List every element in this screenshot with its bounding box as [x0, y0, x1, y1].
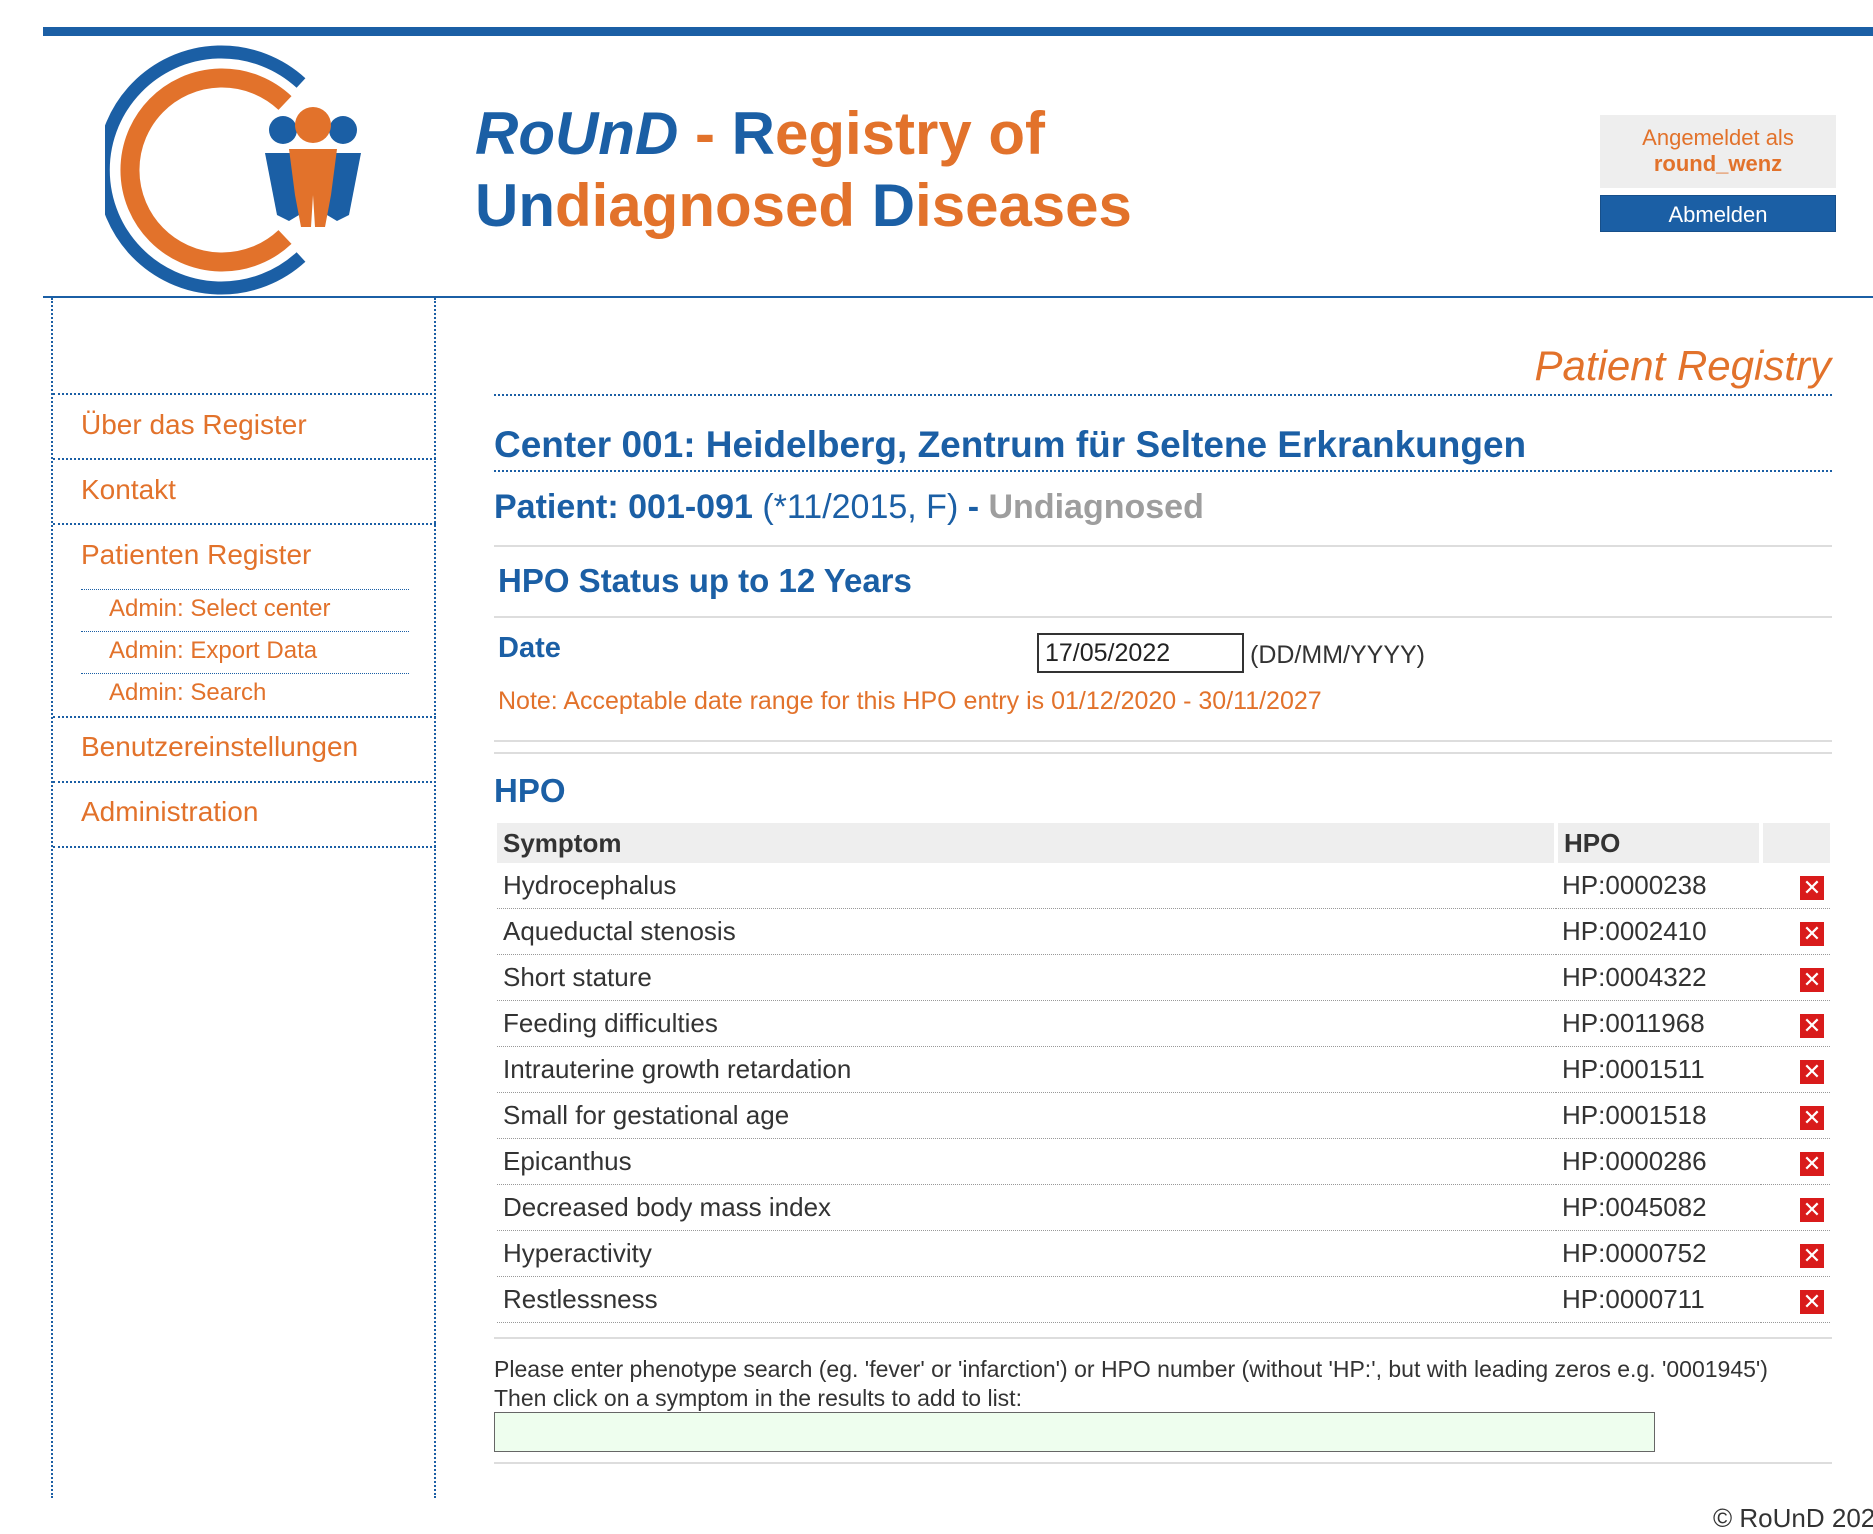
close-icon[interactable]: ✕ — [1800, 1243, 1824, 1268]
table-row: Restlessness HP:0000711 ✕ — [497, 1276, 1830, 1323]
table-header-row: Symptom HPO — [497, 823, 1830, 863]
patient-separator: - — [967, 488, 989, 526]
sidebar-item-about[interactable]: Über das Register — [81, 408, 307, 442]
sidebar-item-user-settings[interactable]: Benutzereinstellungen — [81, 730, 358, 764]
sidebar-subdivider — [81, 631, 409, 632]
table-row: Small for gestational age HP:0001518 ✕ — [497, 1092, 1830, 1139]
page-title: Patient Registry — [1534, 342, 1831, 389]
table-divider — [494, 1337, 1832, 1339]
symptom-cell: Hydrocephalus — [497, 863, 1557, 909]
symptom-cell: Epicanthus — [497, 1138, 1557, 1185]
symptom-cell: Aqueductal stenosis — [497, 908, 1557, 955]
patient-info: Patient: 001-091 (*11/2015, F) - Undiagn… — [494, 488, 1204, 527]
sidebar-subdivider — [81, 673, 409, 674]
sidebar-divider — [53, 458, 436, 460]
sidebar-item-patient-register[interactable]: Patienten Register — [81, 538, 311, 572]
search-help-text-2: Then click on a symptom in the results t… — [494, 1385, 1022, 1411]
symptom-cell: Restlessness — [497, 1276, 1557, 1323]
center-divider — [494, 470, 1832, 472]
close-icon[interactable]: ✕ — [1800, 921, 1824, 946]
sidebar-subitem-search[interactable]: Admin: Search — [109, 678, 266, 708]
column-header-hpo: HPO — [1556, 823, 1764, 863]
symptom-cell: Small for gestational age — [497, 1092, 1557, 1139]
close-icon[interactable]: ✕ — [1800, 967, 1824, 992]
round-logo — [105, 45, 361, 295]
hpo-cell: HP:0011968 — [1556, 1000, 1762, 1047]
hpo-cell: HP:0000711 — [1556, 1276, 1762, 1323]
sidebar-divider — [53, 523, 436, 525]
hpo-cell: HP:0001518 — [1556, 1092, 1762, 1139]
section-divider — [494, 545, 1832, 547]
section-divider — [494, 616, 1832, 618]
sidebar-subitem-export-data[interactable]: Admin: Export Data — [109, 636, 317, 666]
symptom-cell: Decreased body mass index — [497, 1184, 1557, 1231]
sidebar-subitem-select-center[interactable]: Admin: Select center — [109, 594, 330, 624]
close-icon[interactable]: ✕ — [1800, 1151, 1824, 1176]
search-help-text: Please enter phenotype search (eg. 'feve… — [494, 1356, 1768, 1382]
close-icon[interactable]: ✕ — [1800, 1059, 1824, 1084]
table-row: Hyperactivity HP:0000752 ✕ — [497, 1230, 1830, 1277]
title-divider — [494, 394, 1832, 396]
close-icon[interactable]: ✕ — [1800, 1289, 1824, 1314]
close-icon[interactable]: ✕ — [1800, 1013, 1824, 1038]
symptom-cell: Short stature — [497, 954, 1557, 1001]
center-title: Center 001: Heidelberg, Zentrum für Selt… — [494, 424, 1527, 465]
table-row: Short stature HP:0004322 ✕ — [497, 954, 1830, 1001]
site-title: RoUnD - Registry of Undiagnosed Diseases — [475, 100, 1132, 239]
hpo-cell: HP:0000238 — [1556, 863, 1762, 909]
patient-meta: (*11/2015, F) — [752, 488, 968, 526]
sidebar-item-contact[interactable]: Kontakt — [81, 473, 176, 507]
date-format-hint: (DD/MM/YYYY) — [1250, 641, 1425, 669]
column-header-symptom: Symptom — [497, 823, 1559, 863]
table-row: Feeding difficulties HP:0011968 ✕ — [497, 1000, 1830, 1047]
section-title: HPO Status up to 12 Years — [498, 562, 912, 599]
column-header-actions — [1761, 823, 1830, 863]
sidebar-divider — [53, 393, 436, 395]
hpo-cell: HP:0004322 — [1556, 954, 1762, 1001]
patient-id: Patient: 001-091 — [494, 488, 753, 526]
section-divider — [494, 740, 1832, 742]
table-row: Aqueductal stenosis HP:0002410 ✕ — [497, 908, 1830, 955]
hpo-title: HPO — [494, 772, 566, 809]
phenotype-search-input[interactable] — [494, 1412, 1655, 1452]
footer-divider — [494, 1462, 1832, 1464]
table-row: Hydrocephalus HP:0000238 ✕ — [497, 863, 1830, 909]
date-range-note: Note: Acceptable date range for this HPO… — [498, 687, 1322, 715]
table-row: Decreased body mass index HP:0045082 ✕ — [497, 1184, 1830, 1231]
date-field[interactable] — [1037, 633, 1244, 673]
logged-in-label: Angemeldet als — [1642, 125, 1794, 150]
table-row: Epicanthus HP:0000286 ✕ — [497, 1138, 1830, 1185]
table-row: Intrauterine growth retardation HP:00015… — [497, 1046, 1830, 1093]
hpo-cell: HP:0002410 — [1556, 908, 1762, 955]
close-icon[interactable]: ✕ — [1800, 1105, 1824, 1130]
symptom-cell: Feeding difficulties — [497, 1000, 1557, 1047]
date-label: Date — [498, 632, 561, 664]
symptom-cell: Intrauterine growth retardation — [497, 1046, 1557, 1093]
patient-status: Undiagnosed — [988, 488, 1204, 526]
sidebar-subdivider — [81, 589, 409, 590]
login-status-box: Angemeldet als round_wenz — [1600, 115, 1836, 188]
close-icon[interactable]: ✕ — [1800, 875, 1824, 900]
hpo-cell: HP:0045082 — [1556, 1184, 1762, 1231]
sidebar: Über das Register Kontakt Patienten Regi… — [51, 298, 436, 1498]
username: round_wenz — [1653, 151, 1783, 176]
section-divider — [494, 752, 1832, 754]
sidebar-divider — [53, 846, 436, 848]
logout-button[interactable]: Abmelden — [1600, 195, 1836, 232]
hpo-cell: HP:0000752 — [1556, 1230, 1762, 1277]
sidebar-item-administration[interactable]: Administration — [81, 795, 258, 829]
sidebar-divider — [53, 716, 436, 718]
top-accent-bar — [43, 27, 1873, 36]
hpo-cell: HP:0001511 — [1556, 1046, 1762, 1093]
hpo-table: Symptom HPO Hydrocephalus HP:0000238 ✕ A… — [497, 823, 1830, 1323]
hpo-cell: HP:0000286 — [1556, 1138, 1762, 1185]
close-icon[interactable]: ✕ — [1800, 1197, 1824, 1222]
sidebar-divider — [53, 781, 436, 783]
symptom-cell: Hyperactivity — [497, 1230, 1557, 1277]
